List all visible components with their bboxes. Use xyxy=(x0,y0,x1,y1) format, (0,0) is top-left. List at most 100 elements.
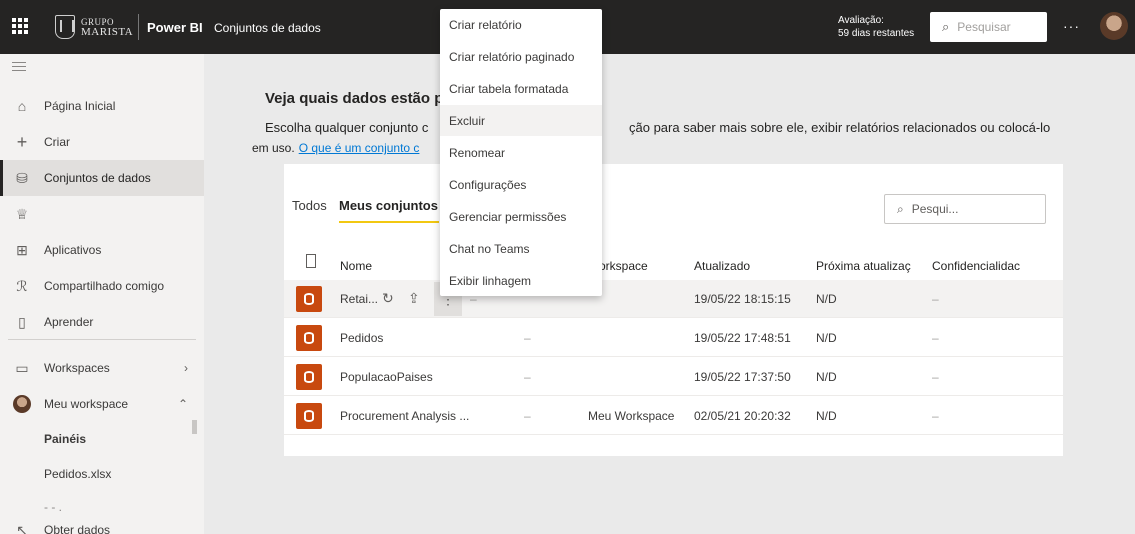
book-icon: ▯ xyxy=(18,313,26,330)
dataset-sensitivity: – xyxy=(932,292,939,306)
dataset-icon xyxy=(296,286,322,312)
nav-label-shared: Compartilhado comigo xyxy=(44,279,165,293)
menu-item-create-formatted-table[interactable]: Criar tabela formatada xyxy=(440,73,602,104)
dataset-owner: – xyxy=(524,409,531,423)
dataset-icon xyxy=(296,364,322,390)
apps-icon: ⊞ xyxy=(16,241,28,258)
global-search-input[interactable]: ⌕ Pesquisar xyxy=(930,12,1047,42)
marista-crest-icon xyxy=(55,15,75,39)
dataset-name[interactable]: Procurement Analysis ... xyxy=(340,409,469,423)
nav-scrollbar[interactable] xyxy=(192,420,197,434)
workspaces-icon: ▭ xyxy=(15,359,29,376)
plus-icon: + xyxy=(16,131,28,152)
menu-item-manage-permissions[interactable]: Gerenciar permissões xyxy=(440,201,602,232)
page-description-line2: em uso. O que é um conjunto c xyxy=(252,141,419,155)
hamburger-icon[interactable] xyxy=(12,62,26,74)
dataset-updated: 19/05/22 18:15:15 xyxy=(694,292,791,306)
menu-item-delete[interactable]: Excluir xyxy=(440,105,602,136)
menu-item-create-paginated-report[interactable]: Criar relatório paginado xyxy=(440,41,602,72)
breadcrumb: Conjuntos de dados xyxy=(214,21,321,35)
nav-divider xyxy=(8,339,196,340)
more-options-button[interactable]: ··· xyxy=(1063,18,1080,34)
dataset-search-input[interactable]: ⌕ Pesqui... xyxy=(884,194,1046,224)
header-sensitivity[interactable]: Confidencialidac xyxy=(932,259,1020,273)
dataset-next-refresh: N/D xyxy=(816,409,837,423)
header-updated[interactable]: Atualizado xyxy=(694,259,750,273)
share-icon[interactable]: ⇪ xyxy=(408,290,420,307)
datasets-card: Todos Meus conjuntos ⌕ Pesqui... Nome or… xyxy=(284,164,1063,456)
menu-item-rename[interactable]: Renomear xyxy=(440,137,602,168)
database-icon: ⛁ xyxy=(16,169,28,186)
menu-item-view-lineage[interactable]: Exibir linhagem xyxy=(440,265,602,296)
nav-item-home[interactable]: ⌂ Página Inicial xyxy=(0,88,204,124)
learn-more-link[interactable]: O que é um conjunto c xyxy=(299,141,420,155)
header-next-refresh[interactable]: Próxima atualizaç xyxy=(816,259,911,273)
dataset-next-refresh: N/D xyxy=(816,370,837,384)
nav-item-my-workspace[interactable]: Meu workspace ⌃ xyxy=(0,386,204,422)
nav-label-datasets: Conjuntos de dados xyxy=(44,171,151,185)
header-name[interactable]: Nome xyxy=(340,259,372,273)
main-content: Veja quais dados estão p Escolha qualque… xyxy=(204,54,1135,534)
refresh-icon[interactable]: ↻ xyxy=(382,290,394,307)
menu-item-settings[interactable]: Configurações xyxy=(440,169,602,200)
arrow-up-left-icon: ↖ xyxy=(16,521,28,534)
divider xyxy=(138,14,139,40)
dataset-updated: 02/05/21 20:20:32 xyxy=(694,409,791,423)
dataset-name[interactable]: PopulacaoPaises xyxy=(340,370,433,384)
nav-sub-item-dashboards[interactable]: Painéis xyxy=(44,432,86,446)
nav-sub-item-pedidos[interactable]: Pedidos.xlsx xyxy=(44,467,111,481)
trial-status[interactable]: Avaliação: 59 dias restantes xyxy=(838,14,914,40)
active-tab-indicator xyxy=(339,221,439,223)
logo-line-2: MARISTA xyxy=(81,26,134,38)
dataset-owner: – xyxy=(524,370,531,384)
tab-my-datasets[interactable]: Meus conjuntos xyxy=(339,198,438,213)
page-description-end: ção para saber mais sobre ele, exibir re… xyxy=(629,120,1051,135)
dataset-sensitivity: – xyxy=(932,409,939,423)
tab-all[interactable]: Todos xyxy=(292,198,327,213)
table-row[interactable]: PopulacaoPaises – 19/05/22 17:37:50 N/D … xyxy=(284,358,1063,396)
shared-icon: ℛ xyxy=(16,277,28,294)
nav-item-learn[interactable]: ▯ Aprender xyxy=(0,304,204,340)
dataset-search-placeholder: Pesqui... xyxy=(911,202,959,216)
nav-item-goals[interactable]: ♕ xyxy=(0,196,204,232)
nav-item-shared[interactable]: ℛ Compartilhado comigo xyxy=(0,268,204,304)
user-avatar[interactable] xyxy=(1100,12,1128,40)
dataset-sensitivity: – xyxy=(932,331,939,345)
nav-item-create[interactable]: + Criar xyxy=(0,124,204,160)
nav-label-home: Página Inicial xyxy=(44,99,116,113)
dataset-updated: 19/05/22 17:48:51 xyxy=(694,331,791,345)
workspace-avatar xyxy=(13,395,31,413)
table-row[interactable]: Retai... ↻ ⇪ ⋮ – 19/05/22 18:15:15 N/D – xyxy=(284,280,1063,318)
nav-label-apps: Aplicativos xyxy=(44,243,102,257)
trial-label: Avaliação: xyxy=(838,15,884,26)
nav-label-my-workspace: Meu workspace xyxy=(44,397,129,411)
nav-label-learn: Aprender xyxy=(44,315,94,329)
nav-item-get-data[interactable]: ↖ Obter dados xyxy=(0,512,204,534)
nav-label-workspaces: Workspaces xyxy=(44,361,110,375)
table-row[interactable]: Pedidos – 19/05/22 17:48:51 N/D – xyxy=(284,319,1063,357)
chevron-right-icon: › xyxy=(184,361,188,375)
product-name[interactable]: Power BI xyxy=(147,20,203,35)
menu-item-chat-teams[interactable]: Chat no Teams xyxy=(440,233,602,264)
nav-label-get-data: Obter dados xyxy=(44,523,111,534)
dataset-name[interactable]: Pedidos xyxy=(340,331,383,345)
dataset-context-menu: Criar relatório Criar relatório paginado… xyxy=(440,9,602,296)
app-launcher-icon[interactable] xyxy=(12,18,28,34)
dataset-next-refresh: N/D xyxy=(816,292,837,306)
menu-item-create-report[interactable]: Criar relatório xyxy=(440,9,602,40)
nav-item-apps[interactable]: ⊞ Aplicativos xyxy=(0,232,204,268)
nav-item-workspaces[interactable]: ▭ Workspaces › xyxy=(0,350,204,386)
left-nav: ⌂ Página Inicial + Criar ⛁ Conjuntos de … xyxy=(0,54,204,534)
nav-label-create: Criar xyxy=(44,135,70,149)
org-logo: GRUPO MARISTA xyxy=(55,13,133,41)
dataset-sensitivity: – xyxy=(932,370,939,384)
trophy-icon: ♕ xyxy=(15,205,29,222)
dataset-name[interactable]: Retai... xyxy=(340,292,378,306)
nav-item-datasets[interactable]: ⛁ Conjuntos de dados xyxy=(0,160,204,196)
dataset-next-refresh: N/D xyxy=(816,331,837,345)
trial-days: 59 dias restantes xyxy=(838,28,915,39)
file-type-icon xyxy=(306,254,316,268)
header-workspace[interactable]: orkspace xyxy=(599,259,648,273)
table-row[interactable]: Procurement Analysis ... – Meu Workspace… xyxy=(284,397,1063,435)
page-description-start: Escolha qualquer conjunto c xyxy=(265,120,429,135)
